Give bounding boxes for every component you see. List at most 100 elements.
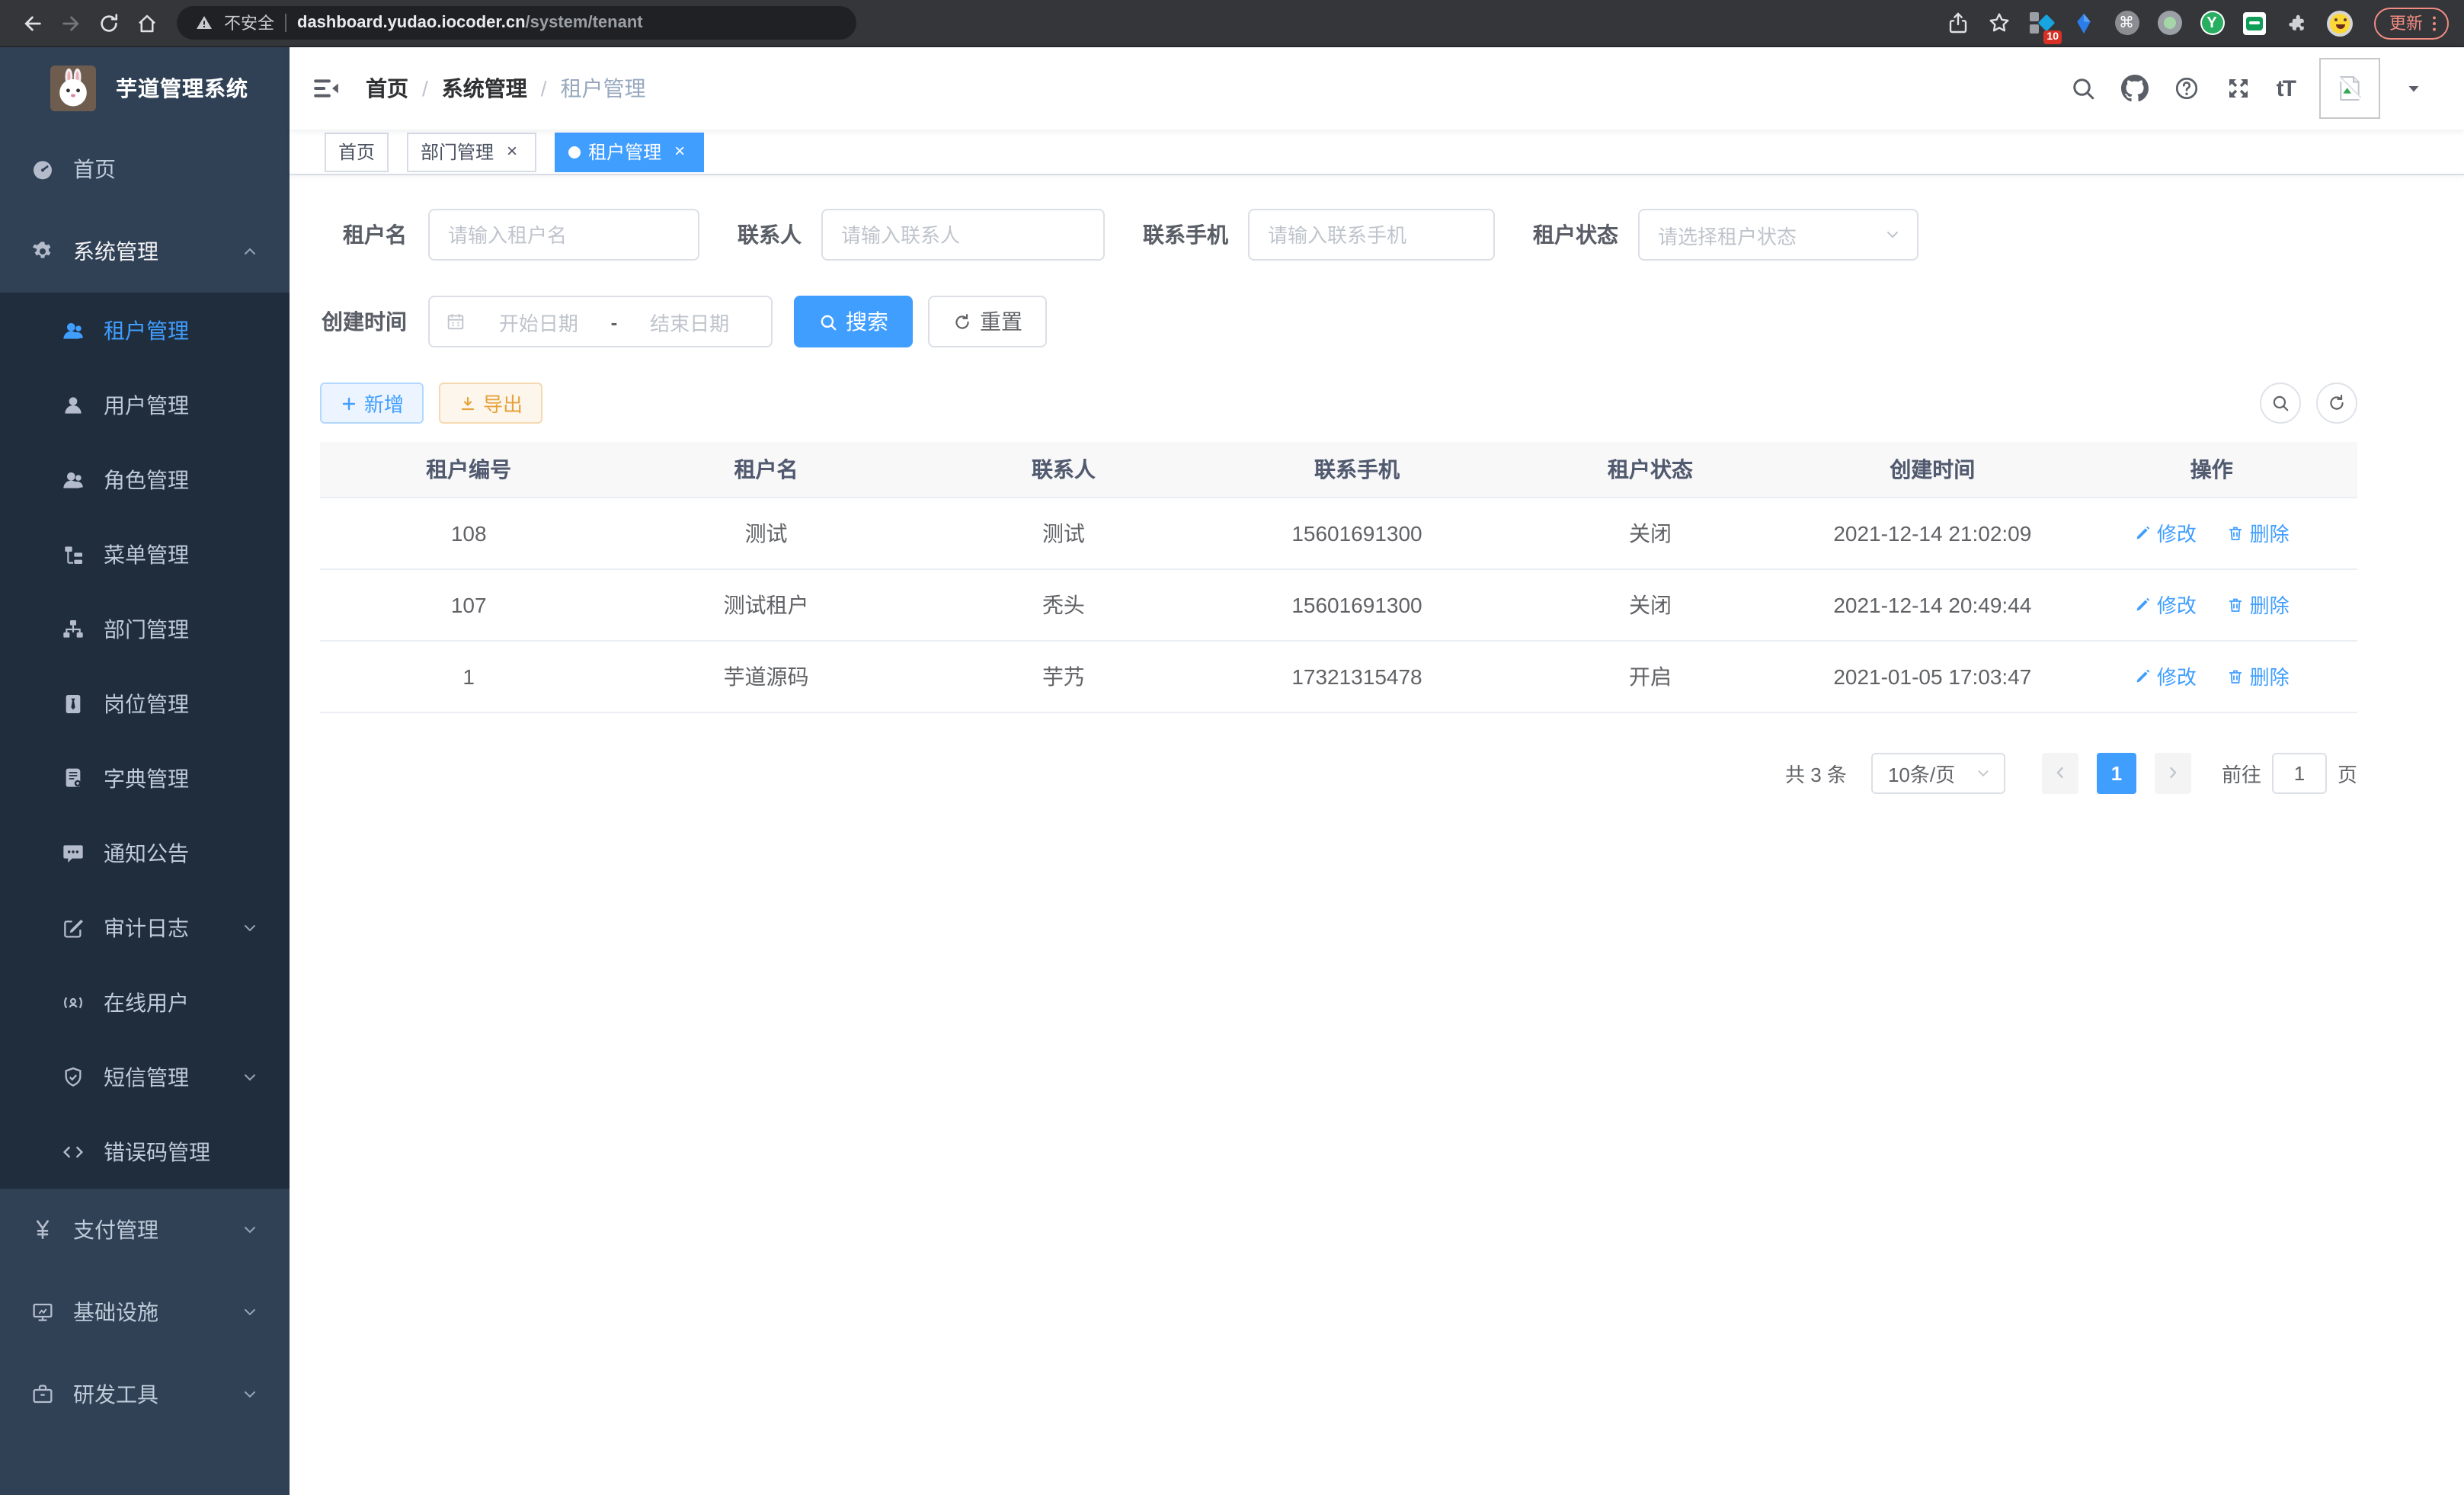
refresh-table-button[interactable] [2316, 383, 2357, 424]
github-icon[interactable] [2121, 75, 2149, 102]
close-icon[interactable]: × [669, 141, 690, 162]
tag-tenant[interactable]: 租户管理 × [555, 132, 704, 171]
edit-link[interactable]: 修改 [2134, 518, 2197, 547]
chat-extension-icon[interactable] [2242, 10, 2267, 36]
delete-link[interactable]: 删除 [2227, 590, 2290, 619]
breadcrumb-system[interactable]: 系统管理 [442, 73, 527, 104]
goto-page-input[interactable] [2272, 752, 2327, 793]
page-number-1[interactable]: 1 [2097, 752, 2136, 793]
sidebar-item-devtools[interactable]: 研发工具 [0, 1353, 290, 1436]
add-button[interactable]: 新增 [320, 383, 424, 424]
sidebar-item-infrastructure[interactable]: 基础设施 [0, 1271, 290, 1353]
table-toolbar: 新增 导出 [320, 383, 2357, 424]
column-header: 租户状态 [1502, 442, 1799, 497]
delete-link[interactable]: 删除 [2227, 518, 2290, 547]
avatar[interactable] [2319, 58, 2380, 119]
active-dot [568, 146, 581, 158]
url-text[interactable]: dashboard.yudao.iocoder.cn/system/tenant [297, 14, 643, 32]
sidebar-item-system[interactable]: 系统管理 [0, 210, 290, 293]
logo-rabbit-image [50, 65, 96, 110]
page-content: 租户名 联系人 联系手机 租户状态 请选择租户状态 [290, 175, 2464, 793]
error-code-icon [61, 1139, 85, 1164]
y-extension-icon[interactable]: Y [2199, 10, 2225, 36]
sidebar-item-menu[interactable]: 菜单管理 [0, 517, 290, 591]
cell-contact: 测试 [915, 497, 1212, 568]
filter-row-1: 租户名 联系人 联系手机 租户状态 请选择租户状态 [320, 209, 2357, 261]
recorder-extension-icon[interactable] [2156, 10, 2182, 36]
next-page-button[interactable] [2155, 752, 2191, 793]
create-time-range-picker[interactable]: 开始日期 - 结束日期 [428, 296, 773, 347]
payment-yen-icon [30, 1218, 55, 1242]
tag-dept[interactable]: 部门管理 × [407, 132, 536, 171]
create-time-label: 创建时间 [320, 306, 407, 337]
kebab-menu-icon[interactable] [2424, 13, 2444, 33]
goto-label: 前往 [2222, 758, 2261, 787]
sidebar-item-online-user[interactable]: 在线用户 [0, 965, 290, 1039]
sidebar-item-dict[interactable]: 字典管理 [0, 741, 290, 815]
tenant-name-input[interactable] [428, 209, 699, 261]
sidebar-submenu: 租户管理 用户管理 角色管理 菜单管理 部门管理 岗位管理 字典管理 通知公告 … [0, 293, 290, 1189]
puzzle-extension-icon[interactable] [2284, 10, 2310, 36]
breadcrumb-home[interactable]: 首页 [366, 73, 408, 104]
delete-link[interactable]: 删除 [2227, 661, 2290, 690]
browser-home-icon[interactable] [130, 5, 165, 40]
table-header-row: 租户编号租户名联系人联系手机租户状态创建时间操作 [320, 442, 2357, 497]
mobile-input[interactable] [1248, 209, 1495, 261]
cell-tenant-id: 108 [320, 497, 617, 568]
sidebar-item-dept[interactable]: 部门管理 [0, 591, 290, 666]
security-warning-icon [195, 14, 213, 32]
close-icon[interactable]: × [501, 141, 523, 162]
tag-home[interactable]: 首页 [325, 132, 389, 171]
help-question-icon[interactable] [2173, 75, 2200, 102]
browser-back-icon[interactable] [15, 5, 50, 40]
browser-forward-icon[interactable] [53, 5, 88, 40]
sidebar-item-user[interactable]: 用户管理 [0, 367, 290, 442]
post-badge-icon [61, 691, 85, 715]
command-extension-icon[interactable]: ⌘ [2114, 10, 2139, 36]
page-size-select[interactable]: 10条/页 [1871, 752, 2005, 793]
chevron-down-icon [241, 918, 259, 936]
sidebar-item-home[interactable]: 首页 [0, 128, 290, 210]
cell-actions: 修改 删除 [2066, 497, 2357, 568]
sidebar-item-post[interactable]: 岗位管理 [0, 666, 290, 741]
search-button[interactable]: 搜索 [794, 296, 913, 347]
security-label[interactable]: 不安全 [224, 11, 274, 35]
sidebar-item-error-code[interactable]: 错误码管理 [0, 1114, 290, 1189]
browser-update-button[interactable]: 更新 [2374, 7, 2449, 39]
browser-toolbar: 不安全 dashboard.yudao.iocoder.cn/system/te… [0, 0, 2464, 47]
sms-shield-icon [61, 1064, 85, 1089]
pagination: 共 3 条 10条/页 1 前往 [320, 752, 2357, 793]
tenant-status-select[interactable]: 请选择租户状态 [1638, 209, 1918, 261]
header-search-icon[interactable] [2069, 75, 2097, 102]
kite-extension-icon[interactable] [2071, 10, 2097, 36]
edit-link[interactable]: 修改 [2134, 590, 2197, 619]
contact-input[interactable] [821, 209, 1105, 261]
sidebar-item-sms[interactable]: 短信管理 [0, 1039, 290, 1114]
app-logo[interactable]: 芋道管理系统 [0, 47, 290, 128]
address-bar[interactable]: 不安全 dashboard.yudao.iocoder.cn/system/te… [177, 6, 856, 40]
sidebar-item-tenant[interactable]: 租户管理 [0, 293, 290, 367]
share-icon[interactable] [1946, 11, 1970, 35]
trash-icon [2227, 523, 2245, 542]
fullscreen-icon[interactable] [2225, 75, 2252, 102]
browser-reload-icon[interactable] [91, 5, 126, 40]
sidebar-item-payment[interactable]: 支付管理 [0, 1189, 290, 1271]
emoji-extension-icon[interactable] [2327, 10, 2353, 36]
sidebar-item-role[interactable]: 角色管理 [0, 442, 290, 517]
toggle-search-button[interactable] [2260, 383, 2301, 424]
sidebar-item-audit-log[interactable]: 审计日志 [0, 890, 290, 965]
export-button[interactable]: 导出 [439, 383, 542, 424]
pinned-extension-icon[interactable]: 10 [2028, 10, 2054, 36]
sidebar-item-notice[interactable]: 通知公告 [0, 815, 290, 890]
pencil-icon [2134, 523, 2152, 542]
sitemap-icon [61, 616, 85, 641]
reset-button[interactable]: 重置 [928, 296, 1047, 347]
edit-link[interactable]: 修改 [2134, 661, 2197, 690]
gear-icon [30, 239, 55, 264]
prev-page-button[interactable] [2042, 752, 2078, 793]
avatar-caret-down-icon[interactable] [2405, 79, 2423, 98]
bookmark-star-icon[interactable] [1987, 11, 2011, 35]
sidebar-collapse-icon[interactable] [311, 73, 341, 104]
breadcrumb: 首页 / 系统管理 / 租户管理 [366, 73, 646, 104]
font-size-icon[interactable]: tT [2277, 75, 2295, 101]
